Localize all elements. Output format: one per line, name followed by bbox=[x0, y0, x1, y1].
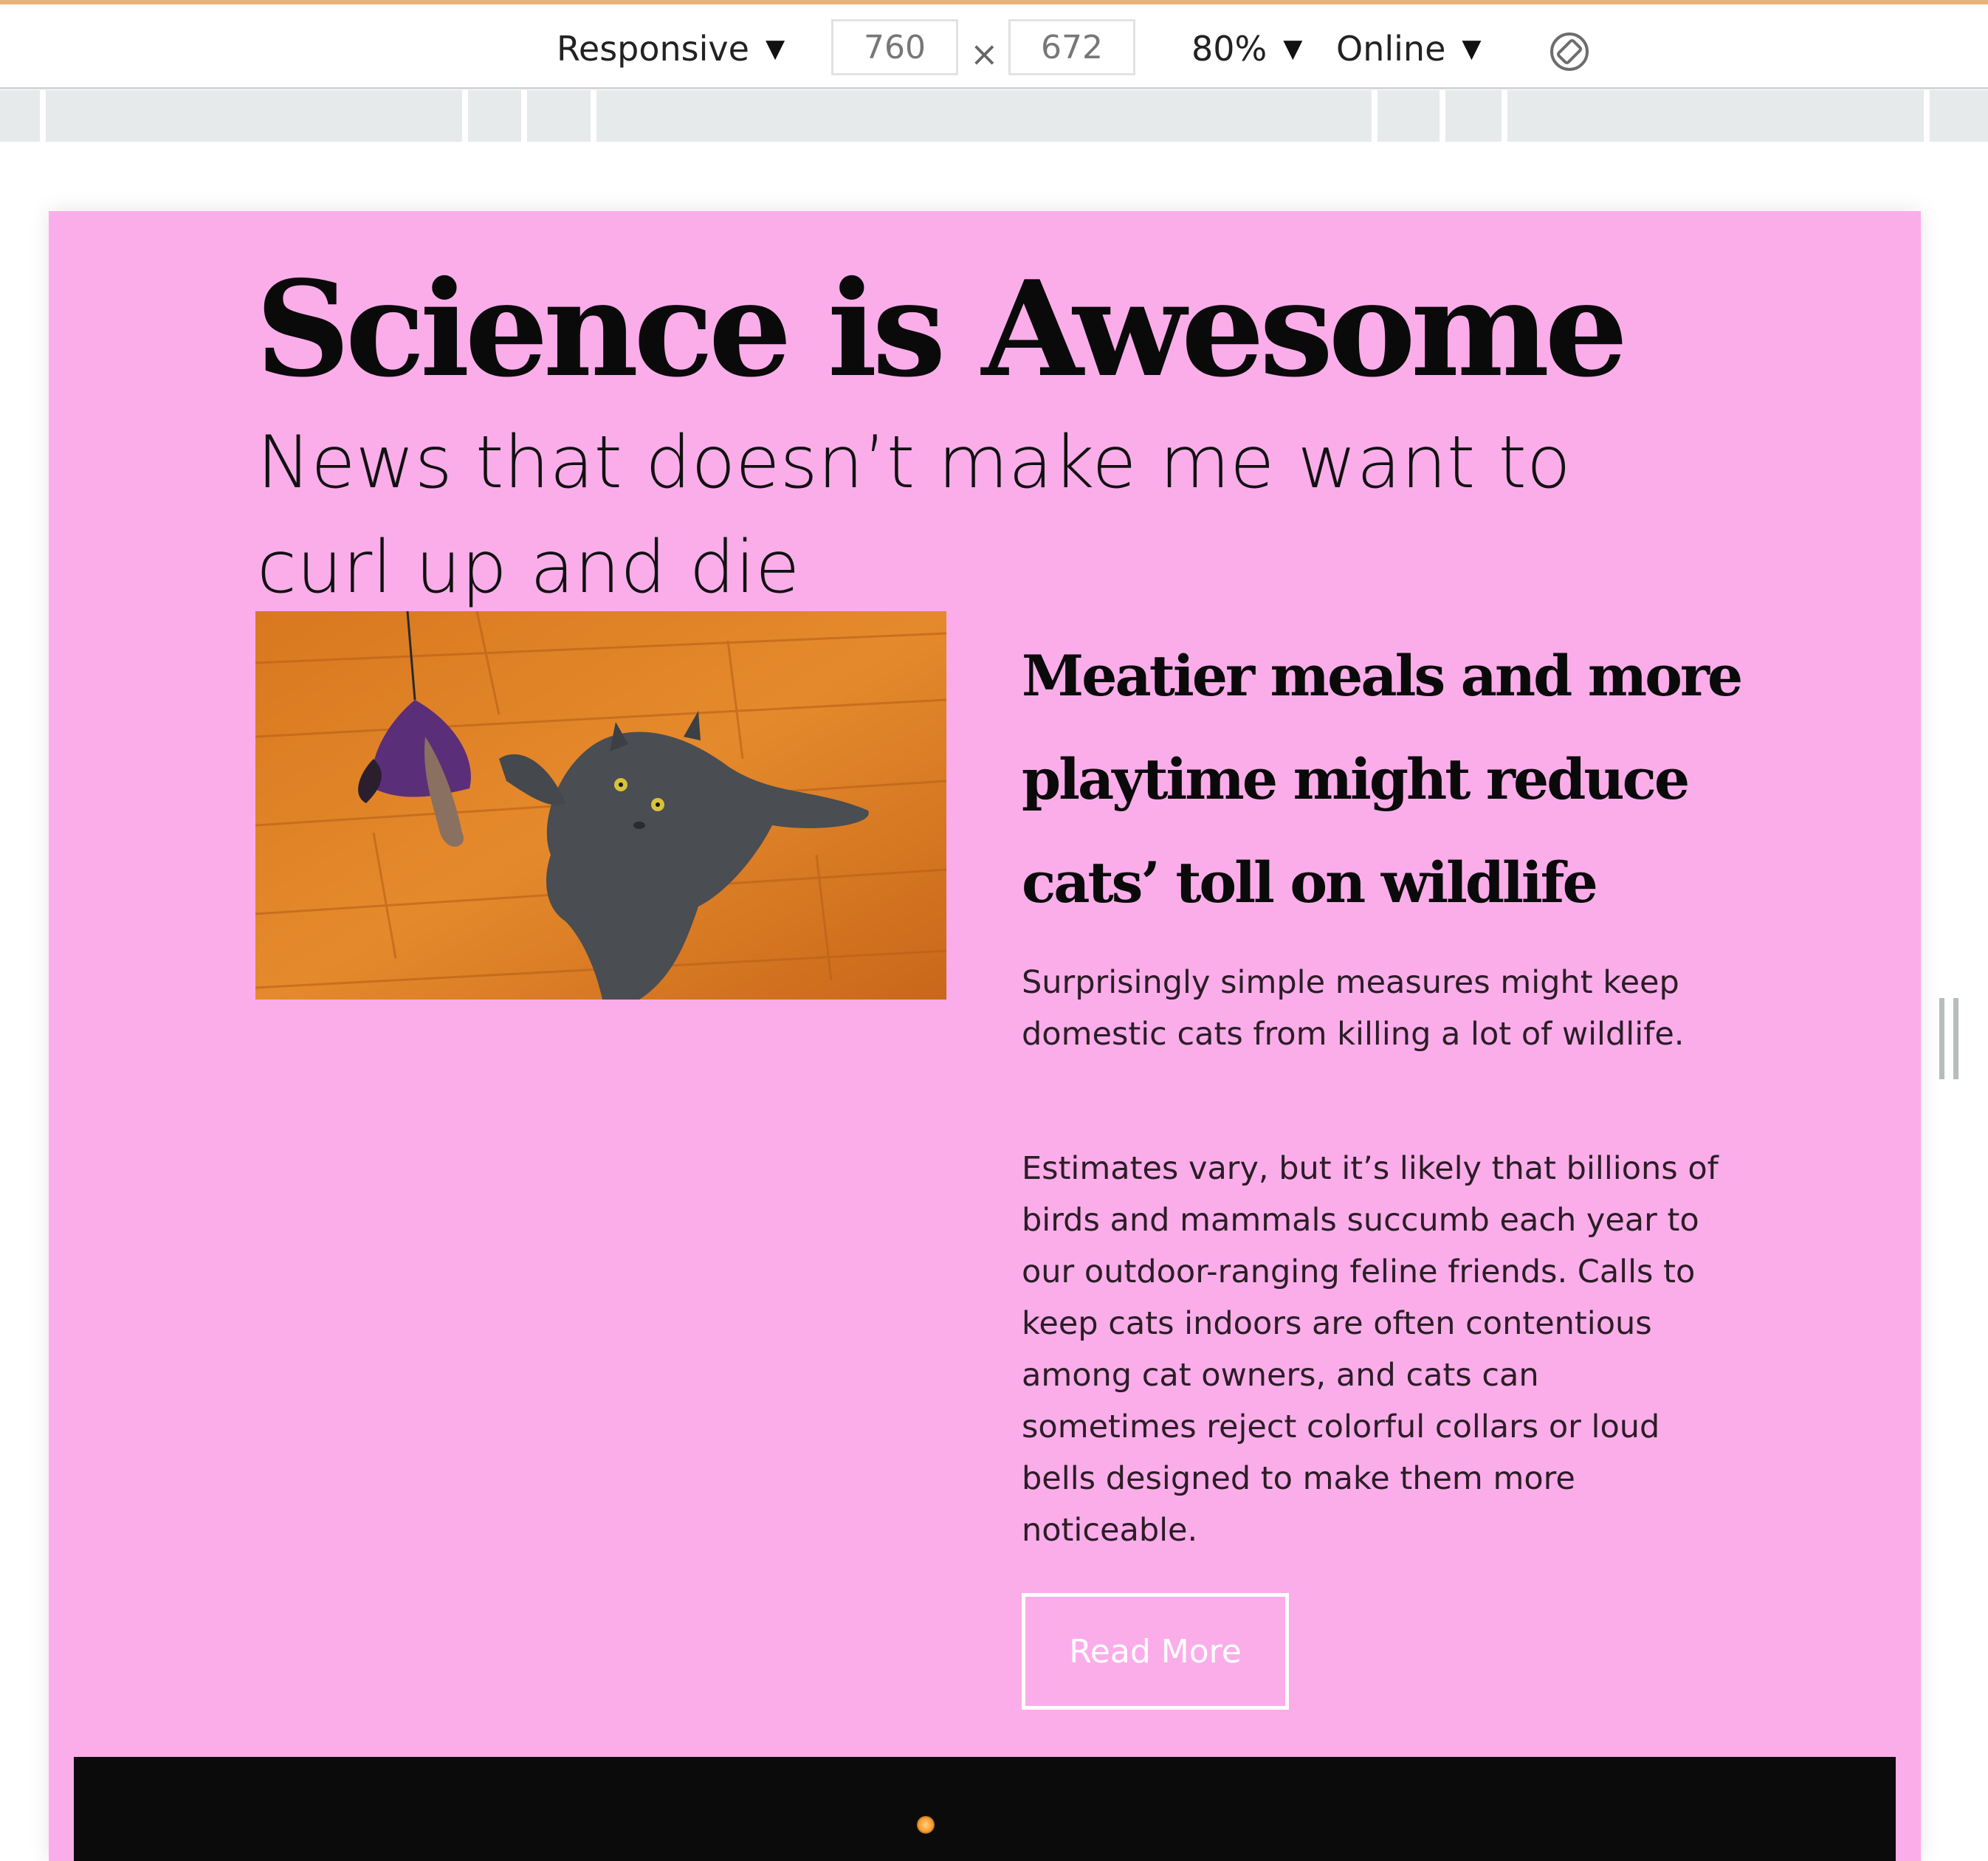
zoom-dropdown[interactable]: 80% ▼ bbox=[1191, 27, 1302, 71]
cat-photo bbox=[255, 611, 946, 1000]
dimension-separator: × bbox=[970, 34, 999, 74]
article-summary: Surprisingly simple measures might keep … bbox=[1022, 964, 1685, 1053]
read-more-button[interactable]: Read More bbox=[1022, 1593, 1289, 1710]
media-query-divider bbox=[521, 90, 527, 142]
viewport-resize-handle[interactable] bbox=[1939, 998, 1958, 1079]
network-label: Online bbox=[1336, 29, 1446, 69]
article-headline: Meatier meals and more playtime might re… bbox=[1022, 643, 1743, 915]
media-query-divider bbox=[1372, 90, 1378, 142]
media-query-divider bbox=[1924, 90, 1930, 142]
chevron-down-icon: ▼ bbox=[1462, 34, 1482, 63]
network-throttle-dropdown[interactable]: Online ▼ bbox=[1336, 27, 1482, 71]
device-mode-dropdown[interactable]: Responsive ▼ bbox=[557, 27, 785, 71]
rotate-icon[interactable] bbox=[1549, 31, 1590, 72]
media-query-divider bbox=[1440, 90, 1445, 142]
dark-hero-section bbox=[74, 1757, 1896, 1861]
chevron-down-icon: ▼ bbox=[765, 34, 785, 63]
media-query-divider bbox=[591, 90, 596, 142]
resize-handle-bar bbox=[1953, 998, 1958, 1079]
page-subtitle: News that doesn’t make me want to curl u… bbox=[257, 421, 1571, 610]
light-point bbox=[917, 1816, 935, 1834]
resize-handle-bar bbox=[1939, 998, 1944, 1079]
media-query-divider bbox=[1502, 90, 1507, 142]
media-query-divider bbox=[40, 90, 46, 142]
article-body: Estimates vary, but it’s likely that bil… bbox=[1022, 1150, 1719, 1549]
device-mode-label: Responsive bbox=[557, 29, 749, 69]
zoom-label: 80% bbox=[1191, 29, 1268, 69]
cat-playing-image bbox=[255, 611, 946, 1000]
chevron-down-icon: ▼ bbox=[1283, 34, 1303, 63]
page-title: Science is Awesome bbox=[255, 252, 1628, 406]
device-toolbar: Responsive ▼ × 80% ▼ Online ▼ bbox=[0, 4, 1988, 89]
media-query-divider bbox=[462, 90, 468, 142]
viewport-width-input[interactable] bbox=[831, 19, 958, 75]
emulated-viewport: Science is Awesome News that doesn’t mak… bbox=[49, 211, 1921, 1861]
viewport-height-input[interactable] bbox=[1008, 19, 1135, 75]
media-query-bar[interactable] bbox=[0, 90, 1988, 142]
